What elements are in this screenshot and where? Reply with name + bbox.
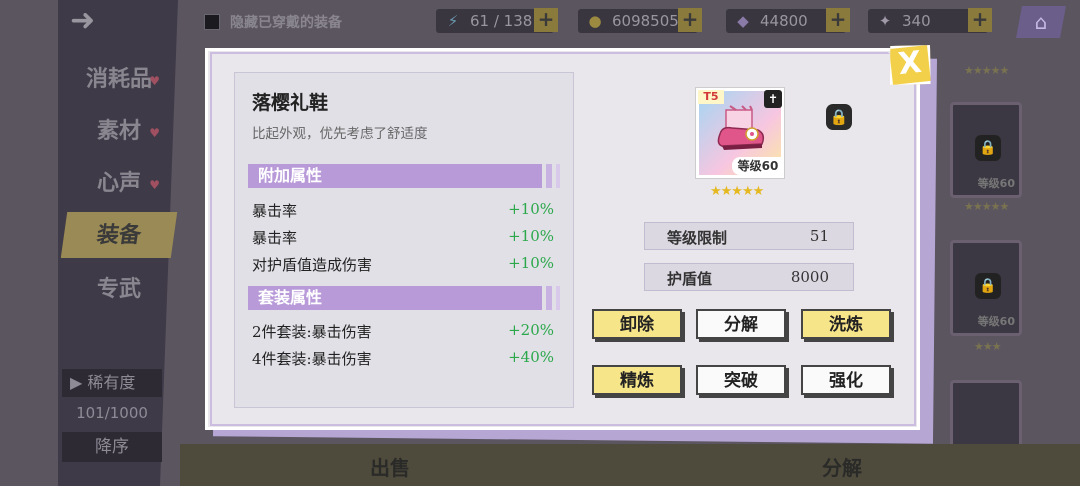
level-limit-row: 等级限制 51 — [644, 222, 854, 250]
refine-button[interactable]: 精炼 — [592, 365, 682, 395]
bulk-decompose-button[interactable]: 分解 — [822, 452, 862, 481]
set-bonus-value: +20% — [508, 321, 554, 339]
add-ticket-button[interactable]: + — [968, 8, 992, 32]
sell-button[interactable]: 出售 — [370, 452, 410, 481]
coin-icon: ● — [588, 12, 602, 30]
sidebar-item-materials[interactable]: 素材 ♥ — [64, 108, 174, 154]
set-bonus-value: +40% — [508, 348, 554, 366]
stat-value: +10% — [508, 254, 554, 272]
level-limit-label: 等级限制 — [667, 229, 728, 247]
equipment-grid: ★★★★★ 🔒 等级60 ★★★★★ 🔒 等级60 ★★★ — [940, 50, 1080, 450]
level-limit-value: 51 — [809, 227, 829, 245]
equipment-card[interactable]: 🔒 等级60 — [950, 102, 1022, 198]
stamina-counter: ⚡ 61 / 138 + — [436, 8, 558, 33]
shoe-icon — [717, 105, 765, 150]
add-gold-button[interactable]: + — [678, 8, 702, 32]
close-button[interactable]: X — [886, 42, 934, 88]
set-attributes-header: 套装属性 — [248, 286, 566, 310]
stat-name: 对护盾值造成伤害 — [252, 256, 373, 274]
hide-equipped-checkbox[interactable] — [204, 14, 220, 30]
stat-value: +10% — [508, 227, 554, 245]
item-description: 比起外观，优先考虑了舒适度 — [252, 126, 428, 142]
sort-order-button[interactable]: 降序 — [62, 432, 162, 462]
inventory-count: 101/1000 — [76, 404, 148, 422]
stat-name: 暴击率 — [252, 202, 298, 220]
rarity-sort-button[interactable]: ▶ 稀有度 — [62, 369, 162, 397]
sidebar-item-exclusive-weapon[interactable]: 专武 — [64, 266, 174, 312]
heart-icon: ♥ — [149, 126, 160, 140]
item-name: 落樱礼鞋 — [252, 92, 329, 114]
equipment-card[interactable] — [950, 380, 1022, 450]
sidebar-item-equipment[interactable]: 装备 — [60, 212, 178, 258]
lightning-icon: ⚡ — [447, 12, 459, 30]
decompose-button[interactable]: 分解 — [696, 309, 786, 339]
reforge-button[interactable]: 洗炼 — [801, 309, 891, 339]
add-crystal-button[interactable]: + — [826, 8, 850, 32]
lock-icon: 🔒 — [829, 108, 849, 126]
set-bonus-name: 2件套装:暴击伤害 — [252, 323, 372, 341]
breakthrough-button[interactable]: 突破 — [696, 365, 786, 395]
tier-badge: T5 — [698, 90, 724, 104]
ticket-counter: ✦ 340 + — [868, 8, 992, 33]
gold-counter: ● 6098505 + — [578, 8, 702, 33]
hide-equipped-label: 隐藏已穿戴的装备 — [230, 15, 342, 31]
extra-attributes-header: 附加属性 — [248, 164, 566, 188]
home-button[interactable]: ⌂ — [1016, 6, 1066, 38]
item-level-badge: 等级60 — [732, 157, 784, 175]
shield-row: 护盾值 8000 — [644, 263, 854, 291]
card-stars: ★★★★★ — [964, 64, 1009, 77]
stat-value: +10% — [508, 200, 554, 218]
sidebar-item-consumables[interactable]: 消耗品 ♥ — [64, 56, 174, 102]
lock-icon: 🔒 — [975, 273, 1001, 299]
lock-toggle-button[interactable]: 🔒 — [826, 104, 852, 130]
sidebar-item-voices[interactable]: 心声 ♥ — [64, 160, 174, 206]
bottom-action-bar — [180, 444, 1080, 486]
heart-icon: ♥ — [149, 178, 160, 192]
equipment-card[interactable]: 🔒 等级60 — [950, 240, 1022, 336]
lock-icon: 🔒 — [975, 135, 1001, 161]
item-stars: ★★★★★ — [710, 184, 764, 199]
card-level: 等级60 — [977, 315, 1015, 328]
back-arrow-icon[interactable]: ➜ — [70, 6, 130, 36]
stat-name: 暴击率 — [252, 229, 298, 247]
home-icon: ⌂ — [1034, 10, 1048, 34]
card-stars: ★★★★★ — [964, 200, 1009, 213]
shield-value: 8000 — [790, 268, 829, 286]
crystal-counter: ◆ 44800 + — [726, 8, 850, 33]
add-stamina-button[interactable]: + — [534, 8, 558, 32]
set-bonus-name: 4件套装:暴击伤害 — [252, 350, 372, 368]
unequip-button[interactable]: 卸除 — [592, 309, 682, 339]
crystal-icon: ◆ — [737, 12, 749, 30]
enhance-button[interactable]: 强化 — [801, 365, 891, 395]
card-stars: ★★★ — [974, 340, 1002, 353]
heart-icon: ♥ — [149, 74, 160, 88]
shield-label: 护盾值 — [667, 270, 713, 288]
ticket-icon: ✦ — [878, 12, 892, 30]
card-level: 等级60 — [977, 177, 1015, 190]
